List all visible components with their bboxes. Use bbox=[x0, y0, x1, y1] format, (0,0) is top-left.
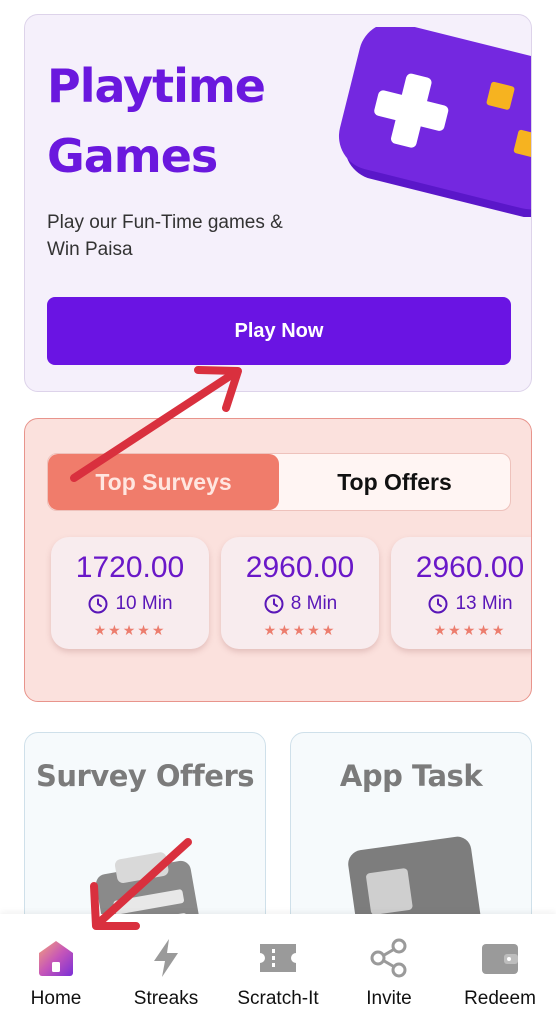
offer-time: 8 Min bbox=[221, 593, 379, 615]
app-task-title: App Task bbox=[339, 759, 483, 793]
playtime-subtitle: Play our Fun-Time games & Win Paisa bbox=[47, 209, 327, 263]
offer-amount: 1720.00 bbox=[75, 551, 185, 584]
offer-time-label: 8 Min bbox=[290, 593, 338, 614]
nav-item-home[interactable]: Home bbox=[1, 932, 111, 1022]
clock-icon bbox=[264, 594, 284, 614]
nav-item-scratch-it[interactable]: Scratch-It bbox=[223, 932, 333, 1022]
offer-time-label: 13 Min bbox=[455, 593, 513, 614]
survey-tabs: Top Surveys Top Offers bbox=[47, 453, 511, 511]
offer-amount: 2960.00 bbox=[245, 551, 355, 584]
nav-item-invite[interactable]: Invite bbox=[334, 932, 444, 1022]
share-icon bbox=[370, 938, 407, 978]
survey-offer-card[interactable]: 1720.00 10 Min ★★★★★ bbox=[51, 537, 209, 649]
surveys-card: Top Surveys Top Offers 1720.00 10 Min ★★… bbox=[24, 418, 532, 702]
nav-label-streaks: Streaks bbox=[133, 988, 199, 1009]
bottom-navigation: Home Streaks Scratch-It Invite Redeem bbox=[0, 914, 556, 1024]
clock-icon bbox=[88, 594, 108, 614]
ticket-icon bbox=[260, 944, 296, 972]
home-icon bbox=[39, 941, 73, 976]
gamepad-icon bbox=[331, 22, 531, 220]
star-rating: ★★★★★ bbox=[263, 623, 337, 639]
star-rating: ★★★★★ bbox=[433, 623, 507, 639]
offers-row: 1720.00 10 Min ★★★★★ 2960.00 8 Min ★★★★★… bbox=[51, 537, 531, 653]
nav-item-streaks[interactable]: Streaks bbox=[111, 932, 221, 1022]
star-rating: ★★★★★ bbox=[93, 623, 167, 639]
playtime-title-line1: Playtime bbox=[47, 59, 266, 113]
offer-time: 13 Min bbox=[391, 593, 531, 615]
playtime-subtitle-line2: Win Paisa bbox=[47, 239, 133, 260]
survey-offer-card[interactable]: 2960.00 13 Min ★★★★★ bbox=[391, 537, 531, 649]
playtime-subtitle-line1: Play our Fun-Time games & bbox=[47, 212, 283, 233]
survey-offer-card[interactable]: 2960.00 8 Min ★★★★★ bbox=[221, 537, 379, 649]
nav-label-redeem: Redeem bbox=[464, 988, 536, 1009]
survey-offers-title: Survey Offers bbox=[35, 759, 255, 793]
tab-top-surveys[interactable]: Top Surveys bbox=[48, 454, 279, 510]
play-now-button[interactable]: Play Now bbox=[47, 297, 511, 365]
clock-icon bbox=[428, 594, 448, 614]
tab-top-offers[interactable]: Top Offers bbox=[279, 454, 510, 510]
offer-amount: 2960.00 bbox=[415, 551, 525, 584]
playtime-games-card: Playtime Games Play our Fun-Time games &… bbox=[24, 14, 532, 392]
lightning-icon bbox=[154, 939, 178, 977]
playtime-title: Playtime Games bbox=[47, 51, 347, 191]
playtime-title-line2: Games bbox=[47, 129, 218, 183]
nav-item-redeem[interactable]: Redeem bbox=[445, 932, 555, 1022]
wallet-icon bbox=[482, 944, 518, 974]
offer-time: 10 Min bbox=[51, 593, 209, 615]
offer-time-label: 10 Min bbox=[115, 593, 173, 614]
